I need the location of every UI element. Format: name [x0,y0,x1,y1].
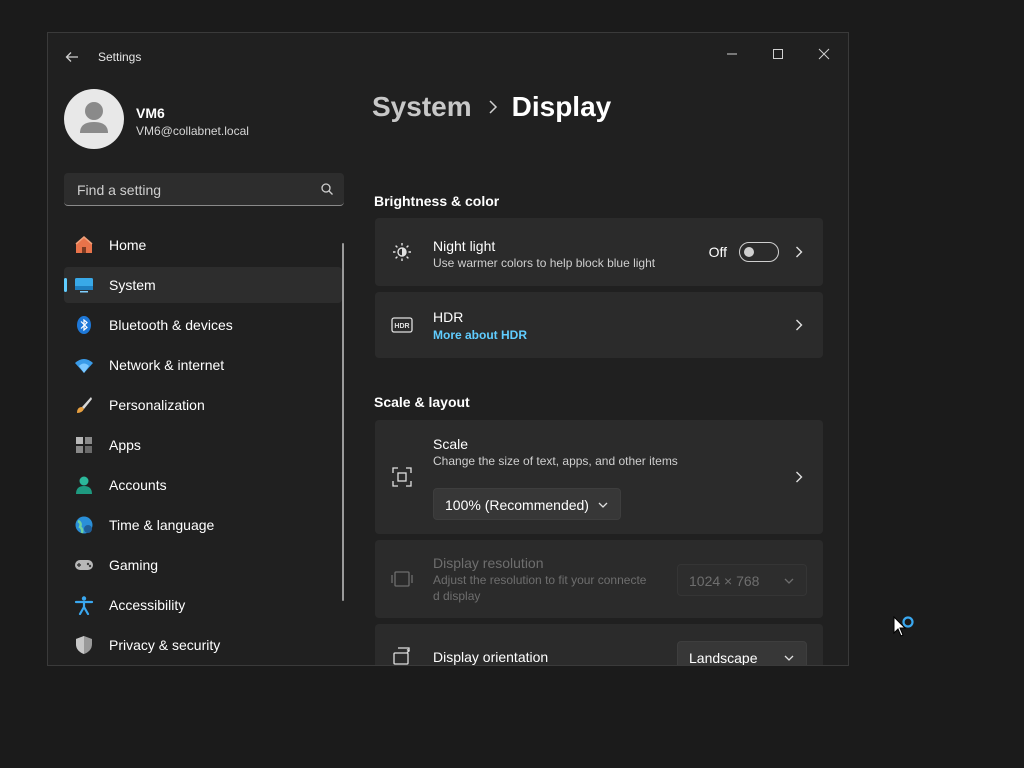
scale-title: Scale [433,436,469,452]
brush-icon [74,395,94,415]
chevron-right-icon [793,319,805,331]
user-name: VM6 [136,105,165,121]
accessibility-icon [74,595,94,615]
sidebar-item-label: System [109,277,156,293]
sidebar-item-label: Accounts [109,477,167,493]
night-light-desc: Use warmer colors to help block blue lig… [433,256,656,270]
resolution-icon [391,568,413,590]
hdr-card[interactable]: HDR HDR More about HDR [375,292,823,358]
gamepad-icon [74,555,94,575]
resolution-title: Display resolution [433,555,544,571]
bluetooth-icon [74,315,94,335]
breadcrumb-parent[interactable]: System [372,91,472,123]
page-title: Display [511,91,612,122]
apps-icon [74,435,94,455]
scale-card[interactable]: Scale Change the size of text, apps, and… [375,420,823,534]
orientation-title: Display orientation [433,649,549,665]
user-icon [80,102,108,133]
back-button[interactable] [60,45,84,69]
home-icon [74,235,94,255]
sidebar-item-accessibility[interactable]: Accessibility [64,587,342,623]
sidebar-item-label: Privacy & security [109,637,221,653]
hdr-title: HDR [433,309,464,325]
sidebar-item-label: Gaming [109,557,159,573]
chevron-down-icon [784,655,794,661]
minimize-icon [727,53,737,55]
accounts-icon [74,475,94,495]
shield-icon [74,635,94,655]
display-resolution-card: Display resolution Adjust the resolution… [375,540,823,618]
display-orientation-card[interactable]: Display orientation Landscape [375,624,823,666]
sidebar-item-bluetooth[interactable]: Bluetooth & devices [64,307,342,343]
system-icon [74,275,94,295]
chevron-down-icon [598,502,608,508]
title-bar: Settings [48,33,848,81]
orientation-icon [391,646,413,665]
orientation-value: Landscape [689,650,758,666]
section-title-scale-layout: Scale & layout [374,394,470,410]
scale-dropdown[interactable]: 100% (Recommended) [433,488,621,520]
sidebar-item-apps[interactable]: Apps [64,427,342,463]
close-button[interactable] [802,39,846,69]
search-box[interactable] [64,173,344,206]
night-light-toggle[interactable] [739,242,779,262]
chevron-right-icon [793,246,805,258]
scale-desc: Change the size of text, apps, and other… [433,454,678,468]
brightness-icon [391,241,413,263]
sidebar-item-network[interactable]: Network & internet [64,347,342,383]
search-input[interactable] [75,173,309,206]
sidebar-item-label: Home [109,237,147,253]
breadcrumb: System Display [372,91,611,123]
back-arrow-icon [65,52,78,62]
wifi-icon [74,355,94,375]
maximize-icon [773,49,783,59]
sidebar-item-privacy[interactable]: Privacy & security [64,627,342,663]
sidebar-item-accounts[interactable]: Accounts [64,467,342,503]
sidebar-item-time-language[interactable]: Time & language [64,507,342,543]
section-title-brightness: Brightness & color [374,193,500,209]
sidebar-item-home[interactable]: Home [64,227,342,263]
night-light-state: Off [708,244,727,260]
hdr-icon: HDR [391,314,413,336]
sidebar-item-label: Bluetooth & devices [109,317,233,333]
sidebar-item-system[interactable]: System [64,267,342,303]
resolution-value: 1024 × 768 [689,573,760,589]
orientation-dropdown[interactable]: Landscape [677,641,807,666]
busy-cursor-icon [893,616,914,637]
resolution-dropdown: 1024 × 768 [677,564,807,596]
sidebar-item-label: Personalization [109,397,205,413]
app-title: Settings [98,50,142,64]
sidebar-item-label: Accessibility [109,597,186,613]
user-email: VM6@collabnet.local [136,124,249,138]
resolution-desc-line1: Adjust the resolution to fit your connec… [433,573,647,587]
sidebar-item-gaming[interactable]: Gaming [64,547,342,583]
sidebar-item-label: Apps [109,437,141,453]
chevron-right-icon [793,471,805,483]
scale-value: 100% (Recommended) [445,497,589,513]
sidebar-item-personalization[interactable]: Personalization [64,387,342,423]
night-light-title: Night light [433,238,496,254]
minimize-button[interactable] [710,39,754,69]
close-icon [818,48,830,60]
scale-icon [391,466,413,488]
breadcrumb-chevron-icon [488,100,498,114]
avatar[interactable] [64,89,124,149]
sidebar-item-label: Time & language [109,517,215,533]
chevron-down-icon [784,578,794,584]
toggle-knob [744,247,754,257]
maximize-button[interactable] [756,39,800,69]
svg-text:HDR: HDR [394,323,409,330]
sidebar-nav: Home System Bluetooth & devices Network … [64,227,342,665]
search-icon[interactable] [320,182,334,196]
more-about-hdr-link[interactable]: More about HDR [433,328,527,342]
settings-window: Settings VM6 VM6@collabnet.local Home [47,32,849,666]
night-light-card[interactable]: Night light Use warmer colors to help bl… [375,218,823,286]
globe-icon [74,515,94,535]
sidebar-scrollbar[interactable] [342,243,344,601]
sidebar-item-label: Network & internet [109,357,225,373]
resolution-desc-line2: d display [433,589,481,603]
